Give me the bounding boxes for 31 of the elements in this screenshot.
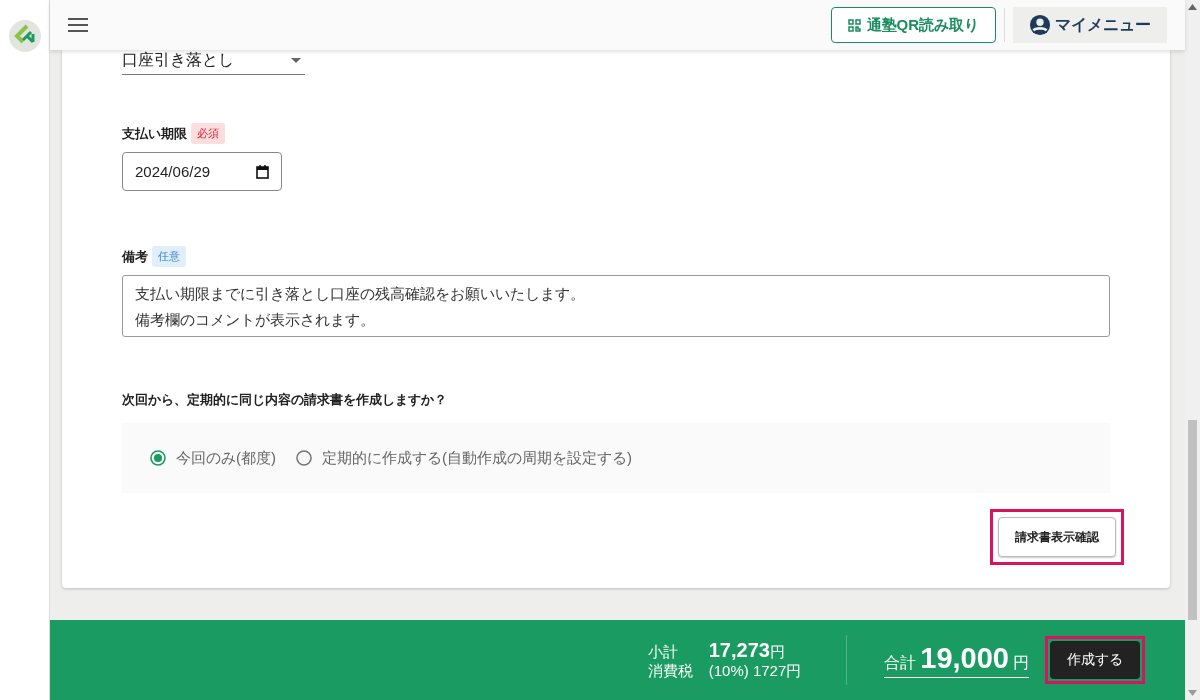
field-label: 支払い期限 — [122, 124, 187, 143]
scrollbar-thumb[interactable] — [1188, 420, 1197, 620]
radio-option[interactable]: 今回のみ(都度) — [150, 448, 276, 468]
calendar-icon[interactable] — [256, 164, 269, 179]
logo-icon — [8, 20, 41, 52]
date-field[interactable]: 2024/06/29 — [122, 152, 282, 191]
optional-badge: 任意 — [152, 246, 186, 267]
subtotal-amount: 17,273円 — [708, 639, 786, 662]
recurrence-question: 次回から、定期的に同じ内容の請求書を作成しますか？ — [122, 391, 448, 409]
payment-method-select[interactable]: 口座引き落とし — [122, 50, 305, 75]
notes-field[interactable]: 支払い期限までに引き落とし口座の残高確認をお願いいたします。 備考欄のコメントが表示されます。 — [122, 275, 1110, 337]
scroll-down-icon[interactable] — [1188, 690, 1197, 696]
qr-scan-button[interactable]: 通塾QR読み取り — [830, 7, 996, 43]
qr-code-icon — [847, 18, 861, 32]
field-label: 備考 — [122, 247, 148, 266]
radio-checked-icon[interactable] — [150, 450, 166, 466]
scroll-up-icon[interactable] — [1188, 4, 1197, 10]
create-button[interactable]: 作成する — [1050, 641, 1140, 679]
menu-icon[interactable] — [68, 17, 88, 33]
required-badge: 必須 — [191, 123, 225, 144]
subtotal-label: 小計 — [647, 643, 679, 662]
tax-amount: (10%) 1727円 — [708, 662, 802, 681]
tax-label: 消費税 — [647, 662, 693, 681]
account-icon — [1029, 14, 1051, 36]
total-amount: 合計 19,000 円 — [884, 642, 1029, 678]
preview-invoice-button[interactable]: 請求書表示確認 — [998, 517, 1116, 557]
radio-unchecked-icon[interactable] — [296, 450, 312, 466]
my-menu-button[interactable]: マイメニュー — [1013, 7, 1167, 43]
radio-option[interactable]: 定期的に作成する(自動作成の周期を設定する) — [296, 448, 632, 468]
scrollbar-track[interactable] — [1185, 0, 1200, 700]
dropdown-caret-icon — [291, 57, 301, 63]
